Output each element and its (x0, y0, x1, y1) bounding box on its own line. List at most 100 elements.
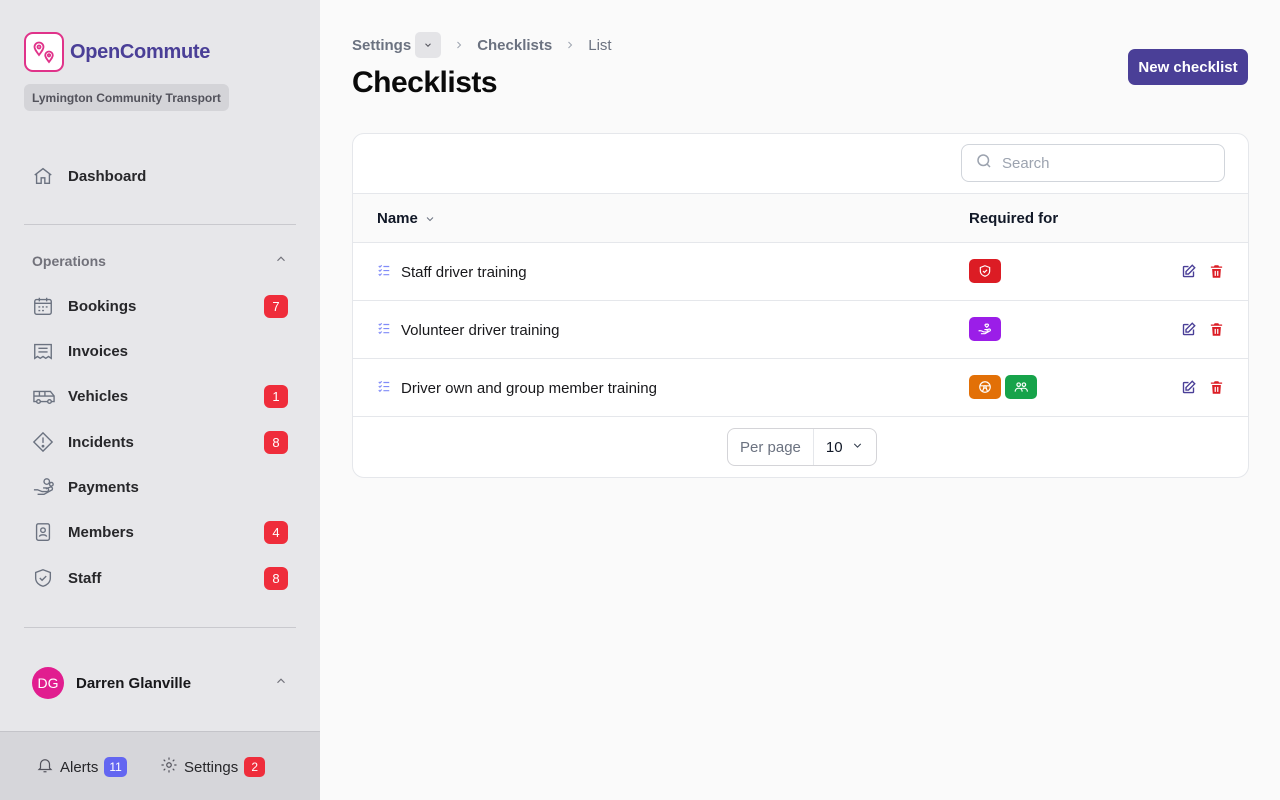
count-badge: 1 (264, 385, 288, 408)
per-page-value: 10 (825, 438, 843, 456)
row-actions (1168, 321, 1224, 337)
id-badge-icon (24, 521, 64, 543)
per-page-select[interactable]: 10 (814, 429, 876, 465)
sidebar-item-payments[interactable]: Payments (24, 467, 296, 507)
sidebar-item-members[interactable]: Members 4 (24, 512, 296, 552)
sidebar-item-label: Bookings (68, 297, 137, 315)
sidebar-item-label: Incidents (68, 433, 134, 451)
checklist-name: Volunteer driver training (401, 321, 560, 339)
trash-icon[interactable] (1208, 263, 1224, 279)
required-for-tags (969, 317, 1005, 341)
table-row[interactable]: Driver own and group member training (353, 359, 1248, 417)
chevron-up-icon (274, 252, 288, 269)
breadcrumb-settings[interactable]: Settings (352, 37, 411, 54)
logo-icon (24, 32, 64, 72)
sidebar-item-label: Staff (68, 569, 102, 587)
sidebar: OpenCommute Lymington Community Transpor… (0, 0, 320, 800)
shield-check-icon (24, 567, 64, 589)
edit-icon[interactable] (1180, 263, 1196, 279)
chevron-right-icon (453, 39, 465, 51)
user-name: Darren Glanville (76, 674, 192, 692)
checklist-icon (377, 379, 391, 397)
trash-icon[interactable] (1208, 321, 1224, 337)
edit-icon[interactable] (1180, 321, 1196, 337)
alerts-count-badge: 11 (104, 757, 127, 777)
calendar-icon (24, 295, 64, 317)
settings-label: Settings (184, 758, 239, 776)
receipt-icon (24, 340, 64, 362)
avatar: DG (32, 667, 64, 699)
divider (24, 627, 296, 628)
steering-wheel-icon (969, 375, 1001, 399)
sidebar-item-invoices[interactable]: Invoices (24, 331, 296, 371)
chevron-down-icon (424, 213, 436, 225)
sidebar-item-incidents[interactable]: Incidents 8 (24, 422, 296, 462)
sidebar-item-label: Dashboard (68, 167, 147, 185)
per-page-label: Per page (728, 429, 814, 465)
settings-count-badge: 2 (244, 757, 266, 777)
search-box[interactable] (961, 144, 1225, 182)
chevron-right-icon (564, 39, 576, 51)
checklists-table: Name Required for Staff driver training (352, 133, 1249, 478)
shield-icon (969, 259, 1001, 283)
users-icon (1005, 375, 1037, 399)
trash-icon[interactable] (1208, 379, 1224, 395)
hand-heart-icon (969, 317, 1001, 341)
settings-button[interactable]: Settings 2 (160, 756, 266, 778)
page-title: Checklists (352, 66, 498, 99)
user-menu[interactable]: DG Darren Glanville (32, 667, 288, 699)
count-badge: 8 (264, 431, 288, 454)
checklist-name-cell: Volunteer driver training (377, 301, 559, 359)
breadcrumb-dropdown[interactable] (415, 32, 442, 58)
sidebar-item-dashboard[interactable]: Dashboard (24, 156, 296, 196)
gear-icon (160, 756, 178, 778)
search-input[interactable] (1002, 154, 1202, 172)
brand-name: OpenCommute (70, 40, 211, 63)
alerts-button[interactable]: Alerts 11 (36, 756, 127, 778)
warning-icon (24, 431, 64, 453)
table-row[interactable]: Volunteer driver training (353, 301, 1248, 359)
operations-group-toggle[interactable]: Operations (32, 252, 288, 269)
sidebar-item-vehicles[interactable]: Vehicles 1 (24, 376, 296, 416)
count-badge: 7 (264, 295, 288, 318)
table-row[interactable]: Staff driver training (353, 243, 1248, 301)
row-actions (1168, 379, 1224, 395)
required-for-tags (969, 375, 1041, 399)
count-badge: 4 (264, 521, 288, 544)
organization-badge: Lymington Community Transport (24, 84, 229, 111)
breadcrumb-list: List (588, 36, 612, 54)
per-page-control: Per page 10 (727, 428, 877, 466)
sidebar-item-label: Vehicles (68, 387, 129, 405)
sidebar-item-label: Invoices (68, 342, 129, 360)
sidebar-item-label: Payments (68, 478, 139, 496)
bottom-bar: Alerts 11 Settings 2 (0, 731, 320, 800)
bus-icon (24, 385, 64, 407)
table-header: Name Required for (353, 193, 1248, 243)
group-label: Operations (32, 252, 106, 269)
edit-icon[interactable] (1180, 379, 1196, 395)
sidebar-item-staff[interactable]: Staff 8 (24, 558, 296, 598)
breadcrumb: Settings Checklists List (352, 32, 612, 58)
home-icon (24, 165, 64, 187)
chevron-up-icon (274, 674, 288, 693)
chevron-down-icon (425, 43, 432, 47)
checklist-name: Driver own and group member training (401, 379, 657, 397)
new-checklist-button[interactable]: New checklist (1128, 49, 1248, 85)
breadcrumb-checklists[interactable]: Checklists (477, 37, 552, 54)
hand-coins-icon (24, 476, 64, 498)
checklist-name-cell: Driver own and group member training (377, 359, 657, 417)
brand[interactable]: OpenCommute (24, 32, 210, 72)
sidebar-item-bookings[interactable]: Bookings 7 (24, 286, 296, 326)
sidebar-item-label: Members (68, 523, 134, 541)
bell-icon (36, 756, 54, 778)
alerts-label: Alerts (60, 758, 99, 776)
column-header-name[interactable]: Name (377, 210, 436, 227)
row-actions (1168, 263, 1224, 279)
search-icon (975, 152, 993, 175)
column-header-required-for: Required for (969, 210, 1059, 227)
checklist-icon (377, 263, 391, 281)
required-for-tags (969, 259, 1005, 283)
checklist-name: Staff driver training (401, 263, 527, 281)
count-badge: 8 (264, 567, 288, 590)
chevron-down-icon (851, 439, 864, 456)
